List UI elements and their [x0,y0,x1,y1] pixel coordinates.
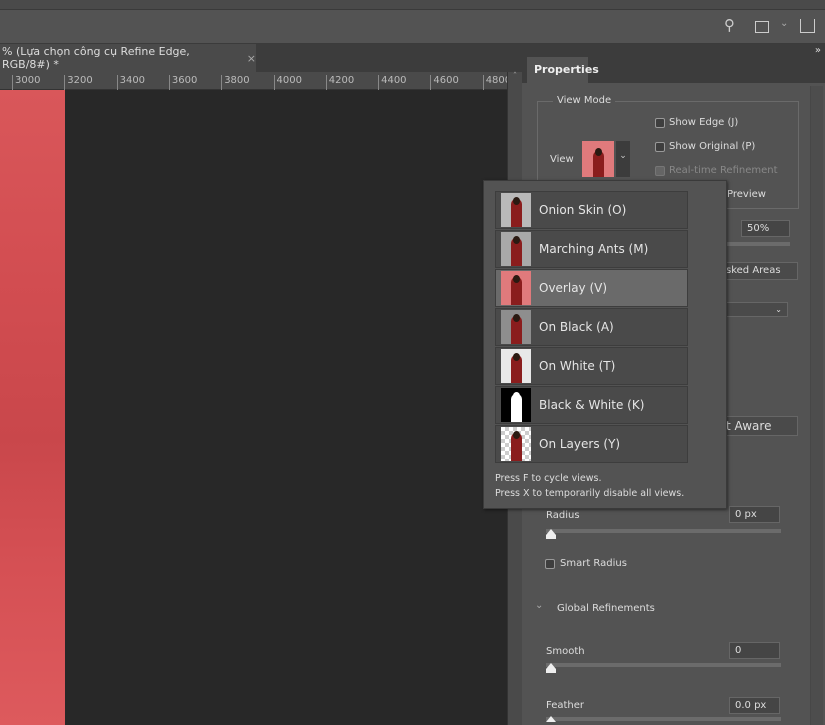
panel-collapse-button[interactable]: » [522,44,825,57]
smooth-slider[interactable] [546,663,781,667]
view-thumbnail-icon [501,349,531,383]
view-thumbnail-icon [501,310,531,344]
title-strip [0,0,825,10]
opacity-slider[interactable] [727,242,790,246]
view-mode-option-label: On White (T) [539,359,616,373]
view-mode-legend: View Mode [553,95,616,106]
show-original-checkbox[interactable] [655,142,665,152]
view-thumbnail-icon [501,271,531,305]
smooth-input[interactable]: 0 [729,642,780,659]
ruler-label: 3800 [221,75,250,90]
view-mode-option-label: Marching Ants (M) [539,242,649,256]
feather-slider[interactable] [546,717,781,721]
document-tab[interactable]: % (Lựa chọn công cụ Refine Edge, RGB/8#)… [0,44,256,72]
view-mode-option-label: On Layers (Y) [539,437,621,451]
view-mode-option-white[interactable]: On White (T) [495,347,688,385]
show-edge-checkbox[interactable] [655,118,665,128]
view-thumbnail[interactable] [582,141,614,177]
view-mode-option-overlay[interactable]: Overlay (V) [495,269,688,307]
view-thumbnail-icon [501,388,531,422]
view-mode-option-label: Overlay (V) [539,281,608,295]
view-mode-menu: Onion Skin (O) Marching Ants (M) Overlay (… [483,180,727,509]
feather-input[interactable]: 0.0 px [729,697,780,714]
feather-label: Feather [546,700,585,711]
ruler-label: 4400 [378,75,407,90]
view-mode-option-black[interactable]: On Black (A) [495,308,688,346]
realtime-label: Real-time Refinement [669,165,778,176]
view-mode-option-bw[interactable]: Black & White (K) [495,386,688,424]
ruler-label: 4000 [273,75,302,90]
panel-scrollbar[interactable] [810,86,823,725]
overlay-mode-value: sked Areas [726,265,781,276]
preview-label: Preview [727,189,766,200]
smooth-label: Smooth [546,646,585,657]
ruler-label: 3200 [64,75,93,90]
content-aware-button[interactable]: t Aware [720,416,798,436]
ruler-label: 3400 [116,75,145,90]
view-thumbnail-icon [501,232,531,266]
view-thumbnail-icon [501,193,531,227]
canvas-area[interactable] [0,90,507,725]
view-mode-option-ants[interactable]: Marching Ants (M) [495,230,688,268]
view-label: View [550,154,574,165]
radius-input[interactable]: 0 px [729,506,780,523]
menu-hint-cycle: Press F to cycle views. [495,473,602,484]
view-mode-option-onion[interactable]: Onion Skin (O) [495,191,688,229]
smooth-thumb-base [546,669,556,673]
chevron-down-icon[interactable]: ⌄ [535,600,543,611]
show-edge-label: Show Edge (J) [669,117,739,128]
share-icon[interactable] [800,19,815,33]
smart-radius-checkbox[interactable] [545,559,555,569]
menu-hint-disable: Press X to temporarily disable all views… [495,488,685,499]
chevron-down-icon[interactable]: ⌄ [780,18,788,29]
view-mode-option-label: Onion Skin (O) [539,203,627,217]
view-mode-option-label: On Black (A) [539,320,614,334]
opacity-input[interactable]: 50% [741,220,790,237]
feather-slider-thumb[interactable] [546,716,556,722]
radius-label: Radius [546,510,580,521]
ruler-label: 3600 [168,75,197,90]
global-refinements-heading[interactable]: Global Refinements [557,603,655,614]
realtime-checkbox[interactable] [655,166,665,176]
radius-thumb-base [546,535,556,539]
view-mode-option-label: Black & White (K) [539,398,645,412]
overlay-mode-dropdown[interactable]: sked Areas [720,262,798,280]
view-dropdown-chevron-icon[interactable]: ⌄ [616,141,630,177]
radius-slider[interactable] [546,529,781,533]
view-mode-option-layers[interactable]: On Layers (Y) [495,425,688,463]
close-icon[interactable]: × [247,52,256,65]
document-title: % (Lựa chọn công cụ Refine Edge, RGB/8#)… [2,45,190,71]
show-original-label: Show Original (P) [669,141,756,152]
workspace-icon[interactable] [755,21,769,33]
search-icon[interactable]: ⚲ [724,16,735,34]
options-bar: ⚲ ⌄ [0,10,825,44]
image-overlay-region [0,90,65,725]
ruler-label: 4600 [430,75,459,90]
color-dropdown[interactable]: ⌄ [720,302,788,317]
smart-radius-label: Smart Radius [560,558,627,569]
view-thumbnail-icon [501,427,531,461]
ruler-label: 4200 [325,75,354,90]
tab-properties[interactable]: Properties [527,57,599,83]
ruler-label: 3000 [12,75,40,90]
